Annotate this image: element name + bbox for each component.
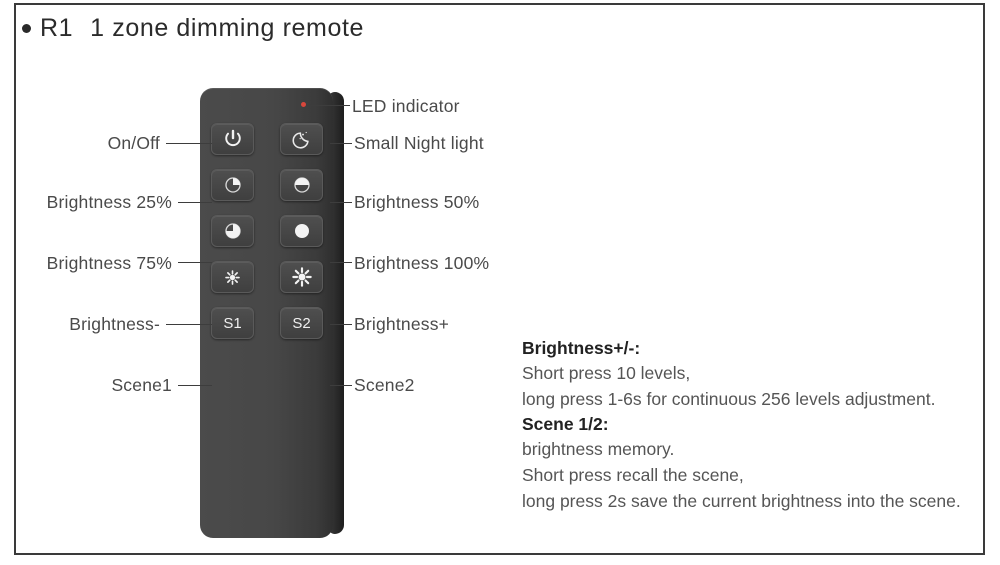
power-icon xyxy=(222,128,244,150)
pie-100-icon xyxy=(292,221,312,241)
note-scene: Scene 1/2: brightness memory. Short pres… xyxy=(522,414,977,515)
leader-line-on-off xyxy=(166,143,212,144)
pie-50-icon xyxy=(292,175,312,195)
callout-night-light: Small Night light xyxy=(354,133,484,153)
button-row-2 xyxy=(211,169,323,201)
page-title: R1 1 zone dimming remote xyxy=(22,14,364,43)
callout-brightness-up: Brightness+ xyxy=(354,314,450,334)
brightness-100-button[interactable] xyxy=(280,215,323,247)
leader-line-brightness-25 xyxy=(178,202,212,203)
title-description: 1 zone dimming remote xyxy=(90,14,365,42)
note-scene-heading: Scene 1/2: xyxy=(522,413,609,434)
leader-line-brightness-50 xyxy=(330,202,352,203)
small-night-light-button[interactable] xyxy=(280,123,323,155)
note-scene-line-2: Short press recall the scene, xyxy=(522,464,744,485)
callout-on-off: On/Off xyxy=(107,133,160,153)
button-row-1 xyxy=(211,123,323,155)
scene1-label: S1 xyxy=(223,314,242,332)
note-scene-line-3: long press 2s save the current brightnes… xyxy=(522,490,961,511)
leader-line-led xyxy=(306,105,350,106)
page-root: R1 1 zone dimming remote S1 S2 On/Off Br… xyxy=(0,0,1000,565)
page-title-text: R1 1 zone dimming remote xyxy=(40,14,364,43)
pie-25-icon xyxy=(223,175,243,195)
callout-scene2: Scene2 xyxy=(354,375,415,395)
leader-line-night-light xyxy=(330,143,352,144)
leader-line-brightness-100 xyxy=(330,262,352,263)
on-off-button[interactable] xyxy=(211,123,254,155)
callout-brightness-50: Brightness 50% xyxy=(354,192,480,212)
sun-small-icon xyxy=(225,269,240,285)
scene2-button[interactable]: S2 xyxy=(280,307,323,339)
moon-icon xyxy=(291,128,313,150)
model-name: R1 xyxy=(40,14,74,42)
button-row-4 xyxy=(211,261,323,293)
remote-body: S1 S2 xyxy=(200,88,333,538)
leader-line-brightness-75 xyxy=(178,262,212,263)
note-brightness-line-2: long press 1-6s for continuous 256 level… xyxy=(522,388,936,409)
sun-large-icon xyxy=(291,267,312,287)
leader-line-scene2 xyxy=(330,385,352,386)
brightness-up-button[interactable] xyxy=(280,261,323,293)
button-grid: S1 S2 xyxy=(211,123,323,353)
leader-line-scene1 xyxy=(178,385,212,386)
brightness-25-button[interactable] xyxy=(211,169,254,201)
callout-brightness-25: Brightness 25% xyxy=(46,192,172,212)
bullet-icon xyxy=(22,24,31,33)
button-row-5: S1 S2 xyxy=(211,307,323,339)
leader-line-brightness-down xyxy=(166,324,212,325)
brightness-75-button[interactable] xyxy=(211,215,254,247)
scene2-label: S2 xyxy=(292,314,311,332)
notes-panel: Brightness+/-: Short press 10 levels, lo… xyxy=(522,338,977,515)
button-row-3 xyxy=(211,215,323,247)
brightness-down-button[interactable] xyxy=(211,261,254,293)
callout-brightness-down: Brightness- xyxy=(69,314,160,334)
note-brightness-heading: Brightness+/-: xyxy=(522,338,641,358)
callout-led-indicator: LED indicator xyxy=(352,96,460,116)
pie-75-icon xyxy=(223,221,243,241)
callout-scene1: Scene1 xyxy=(111,375,172,395)
remote-device: S1 S2 xyxy=(200,88,344,540)
note-brightness-line-1: Short press 10 levels, xyxy=(522,363,691,383)
brightness-50-button[interactable] xyxy=(280,169,323,201)
note-brightness: Brightness+/-: Short press 10 levels, lo… xyxy=(522,338,977,413)
callout-brightness-75: Brightness 75% xyxy=(46,253,172,273)
callout-brightness-100: Brightness 100% xyxy=(354,253,490,273)
note-scene-line-1: brightness memory. xyxy=(522,438,675,459)
scene1-button[interactable]: S1 xyxy=(211,307,254,339)
leader-line-brightness-up xyxy=(330,324,352,325)
